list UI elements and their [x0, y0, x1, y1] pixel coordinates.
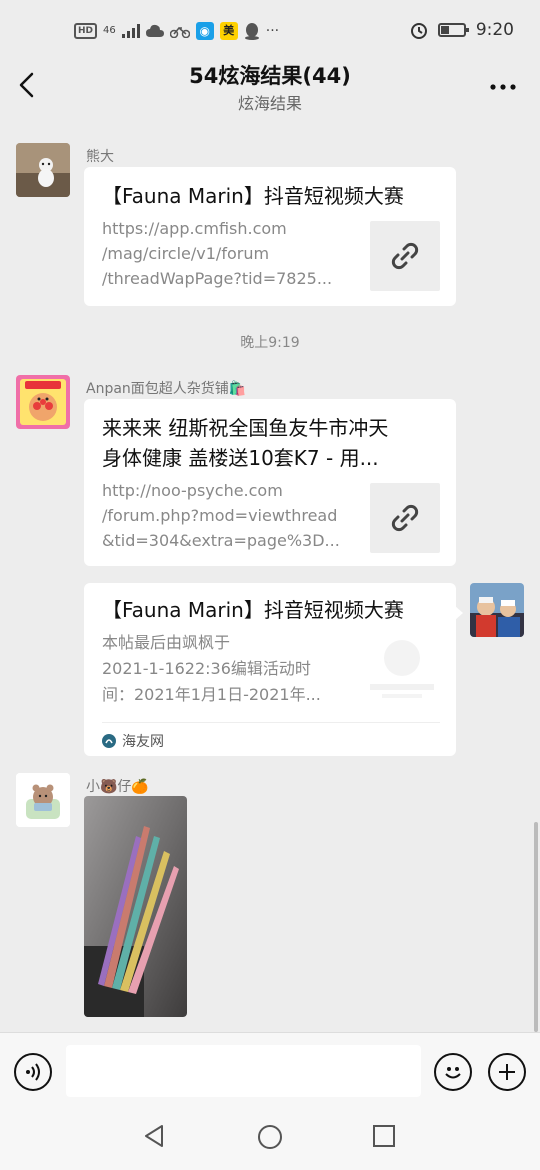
qq-penguin-icon: [244, 23, 259, 40]
chat-area[interactable]: 熊大 【Fauna Marin】抖音短视频大赛 https://app.cmfi…: [0, 122, 540, 1032]
card-title-line: 来来来 纽斯祝全国鱼友牛市冲天: [102, 416, 389, 440]
card-title: 【Fauna Marin】抖音短视频大赛: [102, 598, 404, 622]
desc-line: /forum.php?mod=viewthread: [102, 506, 338, 525]
more-button[interactable]: [490, 68, 516, 96]
sender-name: 小🐻仔🍊: [86, 779, 149, 795]
more-notifications: ···: [265, 23, 280, 39]
card-description: 本帖最后由飒枫于 2021-1-1622:36编辑活动时 间：2021年1月1日…: [102, 630, 347, 708]
desc-line: http://noo-psyche.com: [102, 481, 283, 500]
nav-recents-button[interactable]: [372, 1124, 396, 1152]
card-description: https://app.cmfish.com /mag/circle/v1/fo…: [102, 216, 347, 291]
cloud-icon: [145, 24, 164, 37]
link-card[interactable]: 【Fauna Marin】抖音短视频大赛 本帖最后由飒枫于 2021-1-162…: [84, 583, 456, 756]
link-card[interactable]: 【Fauna Marin】抖音短视频大赛 https://app.cmfish.…: [84, 167, 456, 306]
link-icon: [391, 242, 419, 270]
photo-image: [84, 796, 187, 1017]
link-thumbnail: [370, 221, 440, 291]
more-dots-icon: [490, 84, 516, 90]
battery-icon: [437, 23, 469, 37]
emoji-icon: [445, 1067, 461, 1079]
circle-home-icon: [258, 1125, 282, 1149]
desc-line: 间：2021年1月1日-2021年...: [102, 685, 321, 704]
message-input[interactable]: [66, 1045, 421, 1097]
desc-line: https://app.cmfish.com: [102, 219, 287, 238]
avatar[interactable]: [16, 773, 70, 827]
app-q-icon: ◉: [195, 22, 214, 40]
triangle-back-icon: [145, 1125, 163, 1147]
status-bar: HD 46 ◉ 美 ··· 9:20: [0, 0, 540, 64]
meituan-icon: 美: [219, 22, 238, 40]
network-label: 46: [103, 25, 116, 36]
card-description: http://noo-psyche.com /forum.php?mod=vie…: [102, 478, 347, 553]
desc-line: /mag/circle/v1/forum: [102, 244, 270, 263]
signal-bars-icon: [121, 24, 140, 38]
alarm-icon: [410, 23, 427, 39]
scrollbar[interactable]: [534, 822, 538, 1032]
nav-home-button[interactable]: [257, 1124, 283, 1154]
desc-line: 2021-1-1622:36编辑活动时: [102, 659, 311, 678]
avatar-image: [16, 375, 70, 429]
avatar-image: [16, 773, 70, 827]
chat-header: 54炫海结果(44) 炫海结果: [0, 56, 540, 120]
card-thumbnail: [364, 628, 440, 708]
source-name: 海友网: [122, 734, 164, 750]
bike-icon: [169, 26, 190, 38]
hd-badge: HD: [74, 23, 98, 39]
source-logo-icon: [102, 734, 116, 748]
avatar-image: [470, 583, 524, 637]
voice-button[interactable]: [14, 1053, 52, 1091]
card-source: 海友网: [102, 731, 164, 751]
sender-name: 熊大: [86, 149, 114, 165]
avatar[interactable]: [16, 143, 70, 197]
sender-name: Anpan面包超人杂货铺🛍️: [86, 381, 247, 397]
link-card[interactable]: 来来来 纽斯祝全国鱼友牛市冲天 身体健康 盖楼送10套K7 - 用... htt…: [84, 399, 456, 566]
status-right: 9:20: [410, 20, 514, 40]
link-thumbnail: [370, 483, 440, 553]
nav-back-button[interactable]: [142, 1124, 166, 1152]
bubble-arrow: [455, 606, 463, 620]
thumbnail-image: [364, 628, 440, 708]
avatar-image: [16, 143, 70, 197]
avatar[interactable]: [16, 375, 70, 429]
input-bar: [0, 1032, 540, 1100]
link-icon: [391, 504, 419, 532]
desc-line: &tid=304&extra=page%3D...: [102, 531, 340, 550]
self-avatar[interactable]: [470, 583, 524, 637]
status-time: 9:20: [475, 20, 514, 40]
chat-title: 54炫海结果(44): [189, 64, 351, 88]
card-divider: [102, 722, 440, 723]
chat-subtitle: 炫海结果: [237, 94, 302, 113]
status-left: HD 46 ◉ 美 ···: [74, 22, 279, 40]
card-title-line: 身体健康 盖楼送10套K7 - 用...: [102, 446, 379, 470]
timestamp: 晚上9:19: [240, 335, 300, 351]
emoji-button[interactable]: [434, 1053, 472, 1091]
square-recents-icon: [373, 1125, 395, 1147]
card-title: 【Fauna Marin】抖音短视频大赛: [102, 184, 404, 208]
image-message[interactable]: [84, 796, 187, 1017]
desc-line: 本帖最后由飒枫于: [102, 633, 231, 652]
system-nav-bar: [0, 1100, 540, 1170]
plus-button[interactable]: [488, 1053, 526, 1091]
desc-line: /threadWapPage?tid=7825...: [102, 269, 333, 288]
plus-icon: [499, 1064, 515, 1080]
voice-icon: [26, 1063, 40, 1081]
